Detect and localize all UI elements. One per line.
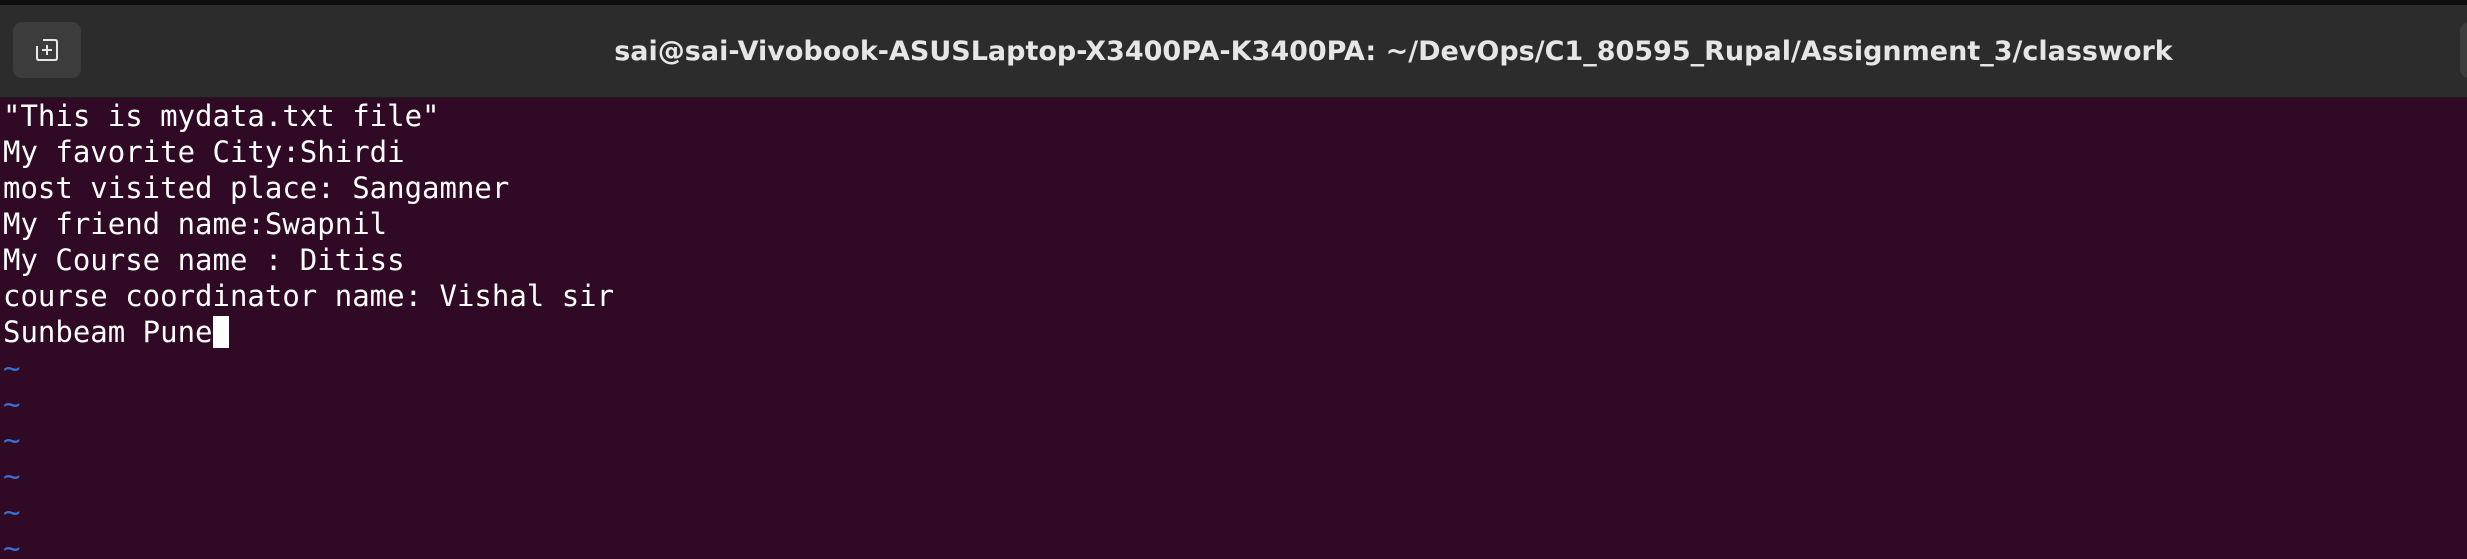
text-line: My favorite City:Shirdi [3, 135, 405, 169]
text-line: My friend name:Swapnil [3, 207, 388, 241]
editor-buffer[interactable]: "This is mydata.txt file" My favorite Ci… [0, 98, 2467, 559]
text-cursor [212, 316, 229, 348]
empty-line-marker: ~ [3, 531, 21, 559]
text-line-current: Sunbeam Pune [0, 314, 2467, 350]
menu-button[interactable] [2460, 22, 2467, 78]
window-title: sai@sai-Vivobook-ASUSLaptop-X3400PA-K340… [614, 35, 2173, 67]
title-bar: sai@sai-Vivobook-ASUSLaptop-X3400PA-K340… [0, 5, 2467, 98]
new-tab-button[interactable] [13, 22, 81, 78]
empty-line-marker: ~ [3, 423, 21, 457]
terminal-window: sai@sai-Vivobook-ASUSLaptop-X3400PA-K340… [0, 0, 2467, 559]
empty-line-marker: ~ [3, 387, 21, 421]
text-line: most visited place: Sangamner [3, 171, 510, 205]
new-tab-icon [36, 39, 58, 61]
empty-line-marker: ~ [3, 495, 21, 529]
text-line: course coordinator name: Vishal sir [3, 279, 615, 313]
empty-line-marker: ~ [3, 459, 21, 493]
empty-line-marker: ~ [3, 351, 21, 385]
current-line-text: Sunbeam Pune [3, 315, 213, 349]
text-line: "This is mydata.txt file" [3, 99, 440, 133]
text-line: My Course name : Ditiss [3, 243, 405, 277]
